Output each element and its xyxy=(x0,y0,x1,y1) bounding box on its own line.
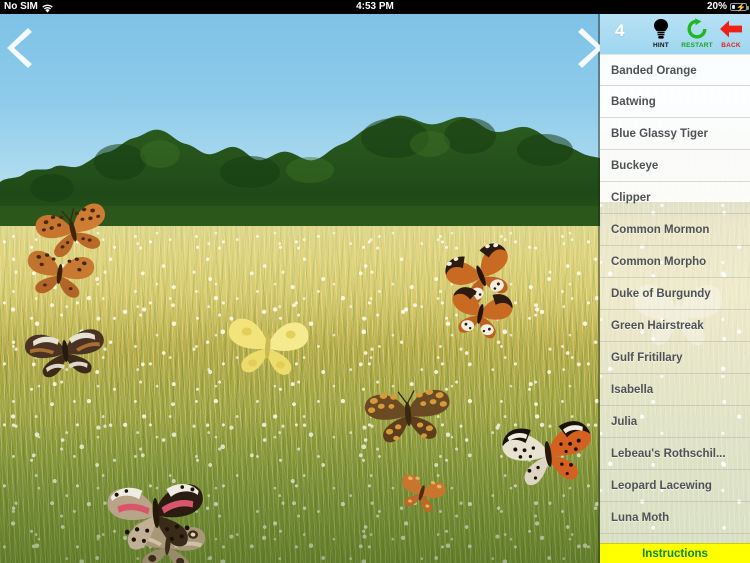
list-item[interactable]: Clipper xyxy=(600,182,750,214)
circular-arrow-icon xyxy=(680,17,714,41)
list-item[interactable]: Buckeye xyxy=(600,150,750,182)
list-item[interactable]: Luna Moth xyxy=(600,502,750,534)
remaining-count-badge: 4 xyxy=(615,21,625,40)
chevron-left-icon xyxy=(6,28,40,68)
list-item[interactable]: Green Hairstreak xyxy=(600,310,750,342)
dark-banded-butterfly-left[interactable] xyxy=(19,314,111,385)
list-item[interactable]: Banded Orange xyxy=(600,54,750,86)
orange-spotted-butterfly-left[interactable] xyxy=(20,237,99,304)
restart-button[interactable]: RESTART xyxy=(680,17,714,52)
list-item[interactable]: Lebeau's Rothschil... xyxy=(600,438,750,470)
back-button[interactable]: BACK xyxy=(714,17,748,52)
hint-button[interactable]: HINT xyxy=(644,17,678,52)
list-item[interactable]: Blue Glassy Tiger xyxy=(600,118,750,150)
species-list[interactable]: Banded Orange Batwing Blue Glassy Tiger … xyxy=(600,54,750,557)
leopard-lacewing-butterfly-right[interactable] xyxy=(495,410,600,495)
battery-charging-icon: ⚡ xyxy=(730,3,749,12)
duke-of-burgundy-butterfly-center[interactable] xyxy=(359,376,456,450)
list-item[interactable]: Gulf Fritillary xyxy=(600,342,750,374)
panel-header: 4 HINT RESTART BACK xyxy=(600,14,750,54)
list-item[interactable]: Julia xyxy=(600,406,750,438)
battery-percent-label: 20% xyxy=(706,1,727,12)
chevron-right-icon xyxy=(570,28,600,68)
clock-label: 4:53 PM xyxy=(356,1,394,12)
hint-button-label: HINT xyxy=(653,42,669,49)
panel-divider xyxy=(598,14,600,563)
list-item[interactable]: Duke of Burgundy xyxy=(600,278,750,310)
lightbulb-icon xyxy=(644,17,678,41)
pale-yellow-butterfly-center[interactable] xyxy=(222,304,315,382)
painted-lady-butterfly-lower-left[interactable] xyxy=(101,466,211,559)
instructions-button[interactable]: Instructions xyxy=(600,543,750,563)
list-item[interactable]: Batwing xyxy=(600,86,750,118)
back-button-label: BACK xyxy=(721,42,741,49)
list-item[interactable]: Leopard Lacewing xyxy=(600,470,750,502)
game-scene[interactable] xyxy=(0,14,600,563)
list-item[interactable]: Isabella xyxy=(600,374,750,406)
arrow-left-icon xyxy=(714,17,748,41)
list-item[interactable]: Common Morpho xyxy=(600,246,750,278)
species-panel: 4 HINT RESTART BACK Banded Orange Batwin… xyxy=(600,14,750,563)
previous-level-button[interactable] xyxy=(6,28,40,68)
list-item[interactable]: Common Mormon xyxy=(600,214,750,246)
status-bar-right: 20% ⚡ xyxy=(706,0,749,14)
app-window: No SIM 4:53 PM 20% ⚡ 4 HINT RESTART BACK… xyxy=(0,0,750,563)
status-bar: No SIM 4:53 PM 20% ⚡ xyxy=(0,0,750,14)
next-level-button[interactable] xyxy=(570,28,600,68)
restart-button-label: RESTART xyxy=(681,42,713,49)
